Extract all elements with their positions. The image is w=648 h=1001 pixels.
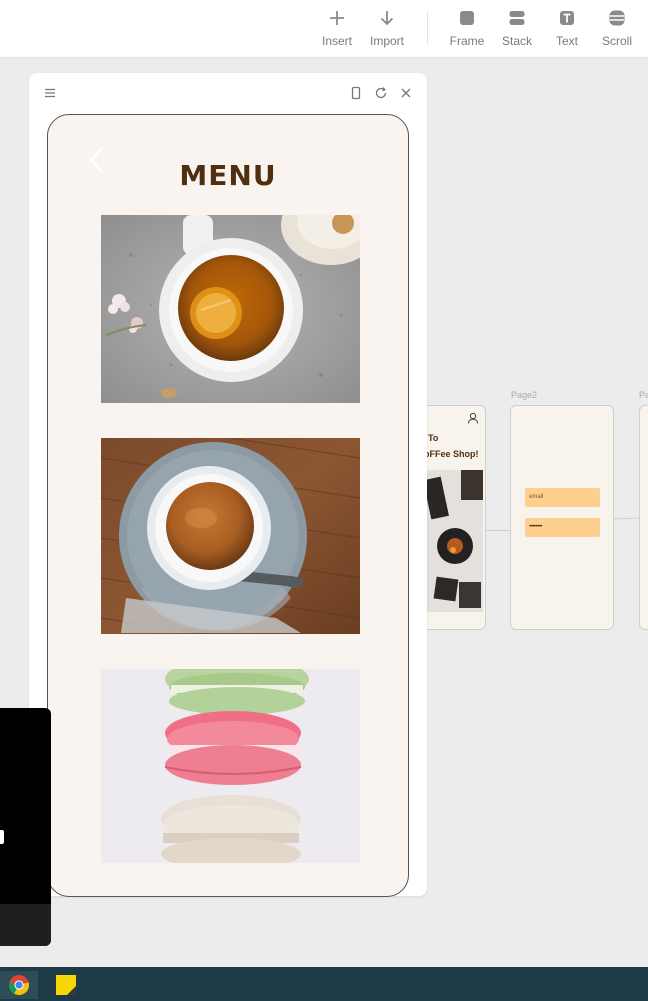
top-toolbar: Insert Import Frame Stack Text Scroll [0, 0, 648, 58]
panel-footer [0, 904, 51, 946]
page3-thumbnail[interactable] [639, 405, 648, 630]
coffee-photo [427, 470, 483, 612]
dark-side-panel [0, 708, 51, 946]
text-icon [560, 11, 574, 25]
scroll-icon [609, 10, 625, 26]
flow-connector [486, 530, 510, 531]
import-button[interactable]: Import [359, 8, 415, 52]
menu-item-tea[interactable] [101, 215, 360, 403]
preview-toolbar [29, 73, 427, 111]
email-field[interactable]: email [525, 488, 600, 507]
espresso-photo [101, 438, 360, 634]
tea-photo [101, 215, 360, 403]
frame-icon [460, 11, 474, 25]
page1-heading-line1: To [428, 433, 439, 443]
device-button[interactable] [348, 85, 364, 101]
scroll-label: Scroll [601, 34, 632, 48]
import-label: Import [369, 34, 404, 48]
preview-window: MENU [29, 73, 427, 897]
stack-label: Stack [501, 34, 532, 48]
chrome-taskbar-button[interactable] [0, 971, 38, 999]
password-field[interactable]: •••••••• [525, 518, 600, 537]
flow-connector-2 [613, 517, 641, 520]
arrow-down-icon [380, 11, 394, 26]
page2-label: Page2 [511, 390, 538, 400]
scroll-button[interactable]: Scroll [589, 8, 645, 52]
page1-heading-line2: oFFee Shop! [424, 449, 479, 459]
insert-button[interactable]: Insert [309, 8, 365, 52]
os-taskbar [0, 967, 648, 1001]
text-button[interactable]: Text [539, 8, 595, 52]
sticky-notes-icon [56, 975, 76, 995]
menu-item-espresso[interactable] [101, 438, 360, 634]
refresh-button[interactable] [373, 85, 389, 101]
close-button[interactable] [398, 85, 414, 101]
page1-thumbnail[interactable]: To oFFee Shop! [418, 405, 486, 630]
menu-item-macarons[interactable] [101, 669, 360, 863]
macarons-photo [101, 669, 360, 863]
device-icon [351, 86, 361, 100]
insert-label: Insert [321, 34, 352, 48]
preview-menu-button[interactable] [42, 85, 58, 101]
toolbar-divider [427, 12, 428, 44]
sticky-notes-taskbar-button[interactable] [48, 971, 84, 999]
refresh-icon [375, 87, 387, 99]
menu-icon [45, 88, 55, 98]
plus-icon [330, 11, 344, 25]
page2-thumbnail[interactable]: email •••••••• [510, 405, 614, 630]
menu-screen: MENU [47, 114, 409, 897]
chrome-icon [8, 975, 30, 996]
text-label: Text [555, 34, 578, 48]
close-icon [401, 88, 411, 98]
menu-title: MENU [179, 159, 277, 192]
stack-icon [509, 11, 525, 25]
user-icon [468, 412, 478, 424]
frame-button[interactable]: Frame [439, 8, 495, 52]
panel-glyph [0, 830, 4, 844]
stack-button[interactable]: Stack [489, 8, 545, 52]
page3-label: Pa [639, 390, 648, 400]
frame-label: Frame [449, 34, 485, 48]
